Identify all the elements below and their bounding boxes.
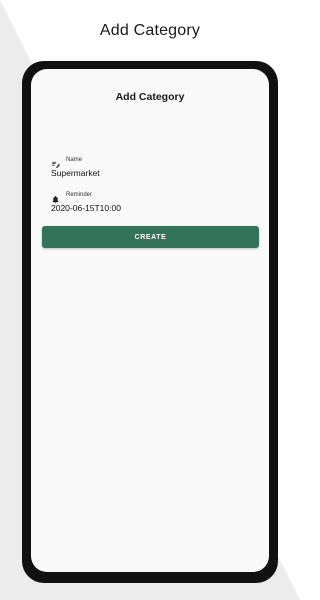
reminder-label-row: Reminder: [51, 190, 121, 203]
reminder-field[interactable]: Reminder 2020-06-15T10:00: [51, 190, 121, 213]
edit-note-icon: [51, 156, 60, 168]
phone-screen: Add Category Name Supermarket Reminder 2…: [31, 69, 269, 572]
page-title: Add Category: [99, 22, 201, 39]
reminder-value[interactable]: 2020-06-15T10:00: [51, 203, 121, 213]
app-title: Add Category: [115, 91, 185, 103]
name-label-row: Name: [51, 155, 100, 168]
create-button[interactable]: CREATE: [42, 226, 259, 248]
name-label: Name: [66, 157, 83, 163]
name-field[interactable]: Name Supermarket: [51, 155, 100, 178]
bell-icon: [51, 191, 60, 203]
reminder-label: Reminder: [66, 192, 93, 198]
name-value[interactable]: Supermarket: [51, 168, 100, 178]
